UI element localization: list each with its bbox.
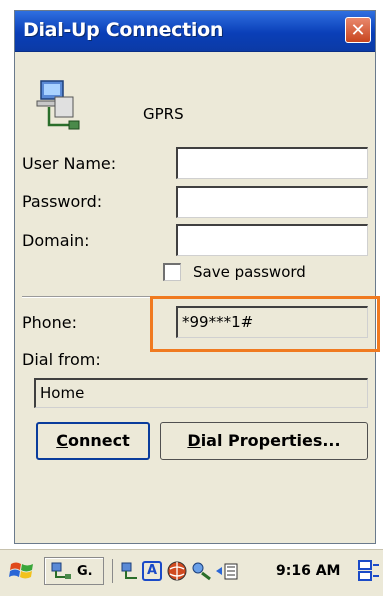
dial-properties-button[interactable]: Dial Properties... (160, 422, 368, 460)
taskbar-divider (112, 559, 113, 583)
close-button[interactable]: ✕ (345, 17, 371, 43)
connectivity-icon[interactable] (190, 559, 212, 583)
taskbar-app-button[interactable]: G. (44, 557, 104, 585)
signal-icon[interactable] (214, 559, 240, 583)
dial-properties-mnemonic: D (187, 431, 201, 450)
password-label: Password: (22, 192, 103, 211)
save-password-label: Save password (193, 263, 306, 281)
phone-highlight-box (150, 296, 380, 352)
globe-icon[interactable] (166, 559, 188, 583)
keyboard-icon[interactable] (358, 559, 380, 583)
dial-properties-label: ial Properties... (200, 431, 341, 450)
title-bar: Dial-Up Connection ✕ (15, 11, 375, 52)
network-icon[interactable] (120, 559, 140, 583)
dial-from-value: Home (40, 384, 85, 402)
clock[interactable]: 9:16 AM (276, 563, 340, 579)
user-name-input[interactable] (176, 147, 368, 179)
input-method-icon[interactable]: A (142, 561, 162, 581)
dial-from-field[interactable]: Home (34, 378, 368, 408)
domain-input[interactable] (176, 224, 368, 256)
dial-from-label: Dial from: (22, 350, 101, 369)
network-connection-icon (36, 80, 80, 130)
connection-name: GPRS (143, 105, 184, 123)
password-input[interactable] (176, 186, 368, 218)
connect-button[interactable]: Connect (36, 422, 150, 460)
window-title: Dial-Up Connection (23, 19, 224, 41)
network-icon (51, 562, 71, 579)
connect-label: onnect (67, 431, 130, 450)
taskbar: G. A 9:16 AM (0, 548, 383, 596)
windows-flag-icon[interactable] (8, 559, 36, 583)
connect-mnemonic: C (56, 431, 68, 450)
phone-label: Phone: (22, 313, 77, 332)
save-password-checkbox[interactable] (163, 263, 181, 281)
user-name-label: User Name: (22, 154, 117, 173)
taskbar-app-label: G. (77, 564, 93, 579)
domain-label: Domain: (22, 231, 90, 250)
